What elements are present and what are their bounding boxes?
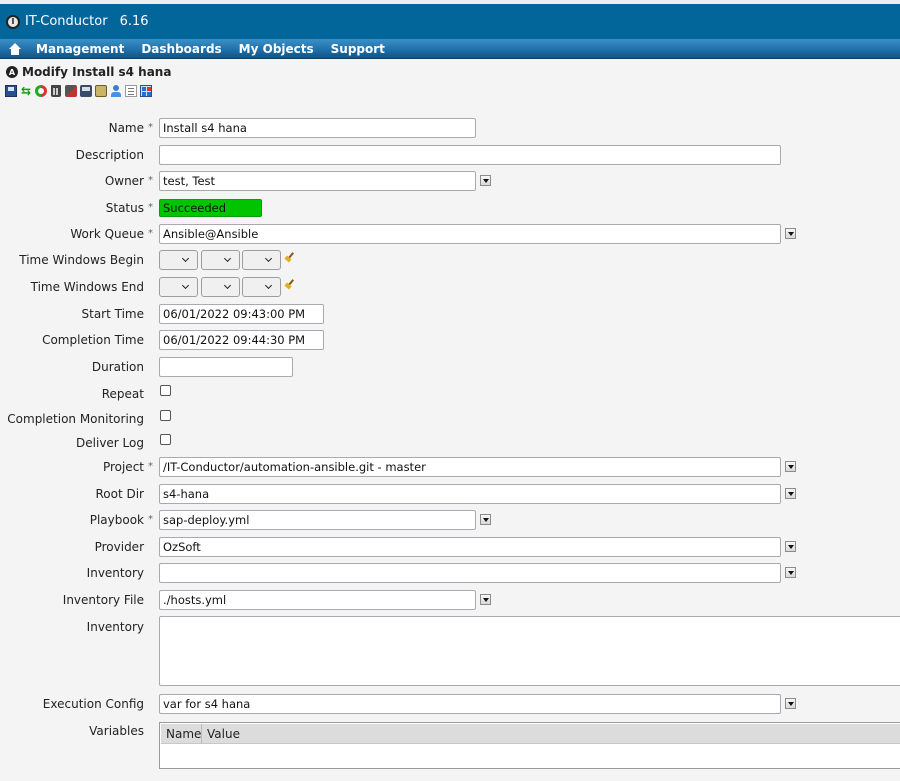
- completion-monitoring-checkbox[interactable]: [160, 410, 171, 421]
- owner-input[interactable]: [159, 171, 476, 191]
- required-marker: *: [148, 175, 153, 186]
- column-header-value[interactable]: Value: [202, 724, 245, 744]
- task-form: Name * Description Owner * Status * Work…: [0, 0, 900, 781]
- row-deliver-log: Deliver Log: [0, 433, 900, 455]
- description-input[interactable]: [159, 145, 781, 165]
- row-owner: Owner *: [0, 171, 900, 193]
- row-inventory: Inventory: [0, 563, 900, 585]
- deliver-log-checkbox[interactable]: [160, 434, 171, 445]
- start-time-input[interactable]: [159, 304, 324, 324]
- variables-label: Variables: [89, 724, 144, 738]
- broom-icon[interactable]: [285, 279, 295, 289]
- status-input[interactable]: [159, 199, 262, 217]
- work-queue-dropdown-button[interactable]: [785, 228, 796, 239]
- required-marker: *: [148, 461, 153, 472]
- inventory-file-label: Inventory File: [62, 593, 144, 607]
- broom-icon[interactable]: [285, 252, 295, 262]
- variables-table: Name Value: [159, 722, 900, 769]
- row-execution-config: Execution Config: [0, 694, 900, 716]
- execution-config-input[interactable]: [159, 694, 781, 714]
- row-time-windows-begin: Time Windows Begin: [0, 250, 900, 272]
- project-input[interactable]: [159, 457, 781, 477]
- row-inventory-file: Inventory File: [0, 590, 900, 612]
- end-select-3[interactable]: [242, 277, 281, 297]
- playbook-label: Playbook: [89, 513, 144, 527]
- row-playbook: Playbook *: [0, 510, 900, 532]
- project-dropdown-button[interactable]: [785, 461, 796, 472]
- inventory-text-label: Inventory: [86, 620, 144, 634]
- required-marker: *: [148, 228, 153, 239]
- start-time-label: Start Time: [81, 307, 145, 321]
- time-windows-end-label: Time Windows End: [30, 280, 144, 294]
- row-completion-time: Completion Time: [0, 330, 900, 352]
- row-time-windows-end: Time Windows End: [0, 277, 900, 299]
- begin-select-3[interactable]: [242, 250, 281, 270]
- inventory-label: Inventory: [86, 566, 144, 580]
- duration-label: Duration: [91, 360, 144, 374]
- status-label: Status: [105, 201, 144, 215]
- row-project: Project *: [0, 457, 900, 479]
- inventory-input[interactable]: [159, 563, 781, 583]
- row-status: Status *: [0, 198, 900, 220]
- completion-time-input[interactable]: [159, 330, 324, 350]
- completion-time-label: Completion Time: [42, 333, 144, 347]
- required-marker: *: [148, 202, 153, 213]
- repeat-checkbox[interactable]: [160, 385, 171, 396]
- required-marker: *: [148, 122, 153, 133]
- deliver-log-label: Deliver Log: [76, 436, 144, 450]
- row-repeat: Repeat: [0, 384, 900, 406]
- completion-monitoring-label: Completion Monitoring: [7, 412, 144, 426]
- row-duration: Duration: [0, 357, 900, 379]
- owner-label: Owner: [104, 174, 144, 188]
- time-windows-begin-label: Time Windows Begin: [19, 253, 144, 267]
- inventory-textarea[interactable]: [159, 616, 900, 686]
- row-work-queue: Work Queue *: [0, 224, 900, 246]
- row-completion-monitoring: Completion Monitoring: [0, 409, 900, 431]
- root-dir-label: Root Dir: [95, 487, 144, 501]
- work-queue-label: Work Queue: [70, 227, 144, 241]
- name-label: Name: [108, 121, 144, 135]
- column-header-name[interactable]: Name: [161, 724, 202, 744]
- provider-dropdown-button[interactable]: [785, 541, 796, 552]
- inventory-file-dropdown-button[interactable]: [480, 594, 491, 605]
- playbook-dropdown-button[interactable]: [480, 514, 491, 525]
- begin-select-2[interactable]: [201, 250, 240, 270]
- owner-dropdown-button[interactable]: [480, 175, 491, 186]
- begin-select-1[interactable]: [159, 250, 198, 270]
- variables-table-header: Name Value: [161, 724, 900, 744]
- root-dir-dropdown-button[interactable]: [785, 488, 796, 499]
- inventory-dropdown-button[interactable]: [785, 567, 796, 578]
- description-label: Description: [75, 148, 144, 162]
- row-root-dir: Root Dir: [0, 484, 900, 506]
- repeat-label: Repeat: [101, 387, 144, 401]
- inventory-file-input[interactable]: [159, 590, 476, 610]
- row-start-time: Start Time: [0, 304, 900, 326]
- end-select-2[interactable]: [201, 277, 240, 297]
- row-description: Description: [0, 145, 900, 167]
- project-label: Project: [102, 460, 144, 474]
- work-queue-input[interactable]: [159, 224, 781, 244]
- root-dir-input[interactable]: [159, 484, 781, 504]
- playbook-input[interactable]: [159, 510, 476, 530]
- row-provider: Provider: [0, 537, 900, 559]
- duration-input[interactable]: [159, 357, 293, 377]
- provider-label: Provider: [94, 540, 144, 554]
- execution-config-dropdown-button[interactable]: [785, 698, 796, 709]
- row-name: Name *: [0, 118, 900, 140]
- provider-input[interactable]: [159, 537, 781, 557]
- required-marker: *: [148, 514, 153, 525]
- end-select-1[interactable]: [159, 277, 198, 297]
- name-input[interactable]: [159, 118, 476, 138]
- execution-config-label: Execution Config: [42, 697, 144, 711]
